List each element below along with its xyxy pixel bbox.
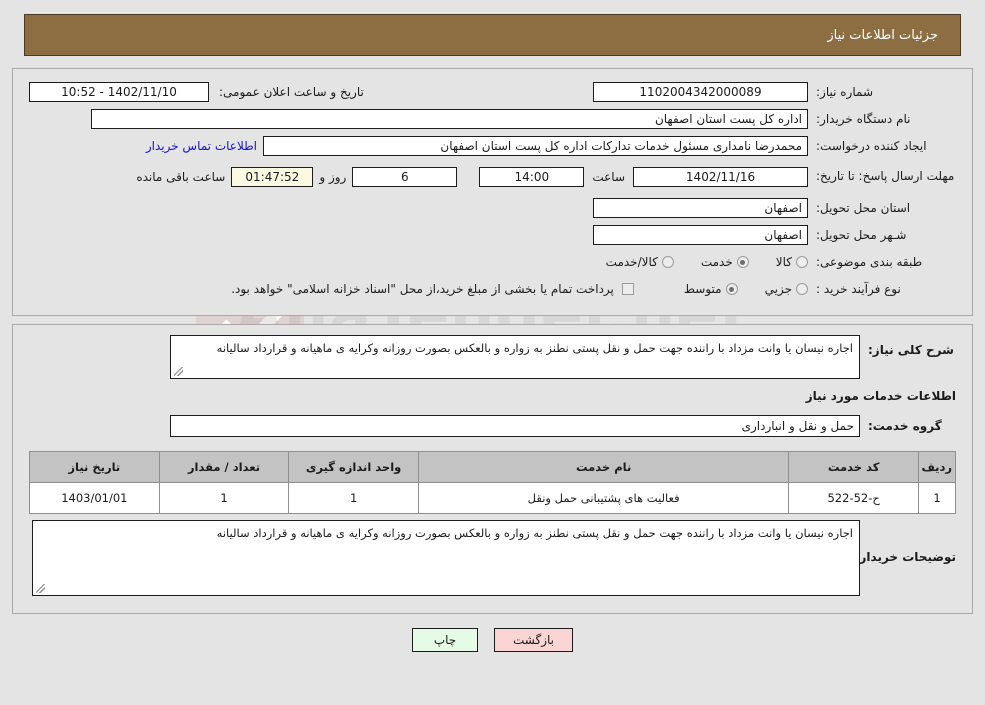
deadline-time-label: ساعت (592, 169, 625, 184)
buyer-org-value[interactable]: اداره کل پست استان اصفهان (91, 109, 808, 129)
city-label: شـهر محل تحویل: (816, 227, 907, 242)
col-quantity: تعداد / مقدار (158, 451, 290, 483)
category-option-goods-label: کالا (775, 255, 792, 269)
description-label: شرح کلی نیاز: (868, 343, 954, 357)
row-category: طبقه بندی موضوعی: کالا خدمت کالا/خدمت (29, 251, 956, 273)
detail-panel: شرح کلی نیاز: اجاره نیسان یا وانت مزداد … (12, 324, 973, 614)
radio-medium-icon[interactable] (725, 283, 738, 295)
process-label: نوع فرآیند خرید : (816, 281, 901, 296)
col-service-name: نام خدمت (417, 451, 790, 483)
category-radio-group: کالا خدمت کالا/خدمت (582, 255, 808, 269)
col-service-code: کد خدمت (788, 451, 919, 483)
row-process: نوع فرآیند خرید : جزیي متوسط پرداخت تمام… (29, 278, 956, 300)
row-description: شرح کلی نیاز: اجاره نیسان یا وانت مزداد … (29, 335, 956, 379)
requester-value[interactable]: محمدرضا نامداری مسئول خدمات تدارکات ادار… (263, 136, 808, 156)
radio-service-icon[interactable] (736, 256, 749, 268)
row-city: شـهر محل تحویل: اصفهان (29, 224, 956, 246)
table-row[interactable]: 1 ح-52-522 فعالیت های پشتیبانی حمل ونقل … (29, 482, 957, 514)
buyer-contact-link[interactable]: اطلاعات تماس خریدار (140, 139, 263, 153)
footer-actions: بازگشت چاپ (0, 628, 985, 652)
cell-service-code: ح-52-522 (788, 482, 919, 514)
service-group-value[interactable]: حمل و نقل و انبارداری (170, 415, 860, 437)
row-service-group: گروه خدمت: حمل و نقل و انبارداری (29, 415, 956, 437)
buyer-notes-textarea[interactable]: اجاره نیسان یا وانت مزداد با راننده جهت … (32, 520, 860, 596)
radio-goods-service-icon[interactable] (661, 256, 674, 268)
row-deadline: مهلت ارسال پاسخ: تا تاریخ: 1402/11/16 سا… (29, 162, 956, 192)
category-option-service[interactable]: خدمت (701, 255, 749, 269)
table-header-row: ردیف کد خدمت نام خدمت واحد اندازه گیری ت… (29, 451, 957, 483)
deadline-date-value[interactable]: 1402/11/16 (633, 167, 808, 187)
category-option-service-label: خدمت (700, 255, 733, 269)
buyer-org-label: نام دستگاه خریدار: (816, 111, 911, 126)
col-unit: واحد اندازه گیری (288, 451, 419, 483)
process-option-medium-label: متوسط (683, 282, 722, 296)
description-textarea[interactable]: اجاره نیسان یا وانت مزداد با راننده جهت … (170, 335, 860, 379)
process-option-minor[interactable]: جزیي (765, 282, 808, 296)
services-table: ردیف کد خدمت نام خدمت واحد اندازه گیری ت… (29, 451, 957, 514)
cell-index: 1 (917, 482, 957, 514)
days-remaining-value: 6 (352, 167, 458, 187)
services-section-heading: اطلاعات خدمات مورد نیاز (805, 389, 956, 403)
category-option-goods-service-label: کالا/خدمت (605, 255, 658, 269)
page-header: جزئیات اطلاعات نیاز (24, 14, 961, 56)
category-label: طبقه بندی موضوعی: (816, 254, 923, 269)
row-buyer-org: نام دستگاه خریدار: اداره کل پست استان اص… (29, 108, 956, 130)
process-option-minor-label: جزیي (764, 282, 792, 296)
row-province: استان محل تحویل: اصفهان (29, 197, 956, 219)
col-need-date: تاریخ نیاز (29, 451, 160, 483)
need-number-value[interactable]: 1102004342000089 (593, 82, 808, 102)
col-index: ردیف (917, 451, 957, 483)
announce-label: تاریخ و ساعت اعلان عمومی: (219, 84, 364, 99)
radio-goods-icon[interactable] (796, 256, 808, 268)
page-root: جزئیات اطلاعات نیاز شماره نیاز: 11020043… (0, 14, 985, 652)
process-radio-group: جزیي متوسط (660, 282, 808, 296)
city-value[interactable]: اصفهان (593, 225, 808, 245)
cell-service-name: فعالیت های پشتیبانی حمل ونقل (417, 482, 790, 514)
countdown-suffix-label: ساعت باقی مانده (136, 169, 226, 184)
summary-panel: شماره نیاز: 1102004342000089 تاریخ و ساع… (12, 68, 973, 316)
cell-need-date: 1403/01/01 (29, 482, 160, 514)
need-number-label: شماره نیاز: (816, 84, 873, 99)
cell-quantity: 1 (158, 482, 290, 514)
page-title: جزئیات اطلاعات نیاز (827, 27, 938, 43)
deadline-time-value[interactable]: 14:00 (479, 167, 585, 187)
treasury-bond-checkbox[interactable] (621, 283, 634, 295)
back-button[interactable]: بازگشت (494, 628, 573, 652)
row-requester: ایجاد کننده درخواست: محمدرضا نامداری مسئ… (29, 135, 956, 157)
buyer-notes-label: توضیحات خریدار: (854, 550, 956, 564)
category-option-goods-service[interactable]: کالا/خدمت (606, 255, 674, 269)
radio-minor-icon[interactable] (796, 283, 808, 295)
requester-label: ایجاد کننده درخواست: (816, 138, 927, 153)
process-option-medium[interactable]: متوسط (684, 282, 738, 296)
deadline-label: مهلت ارسال پاسخ: تا تاریخ: (816, 169, 955, 184)
days-remaining-label: روز و (319, 169, 347, 184)
category-option-goods[interactable]: کالا (776, 255, 808, 269)
announce-value[interactable]: 1402/11/10 - 10:52 (29, 82, 209, 102)
countdown-timer: 01:47:52 (231, 167, 314, 187)
print-button[interactable]: چاپ (412, 628, 478, 652)
row-buyer-notes: توضیحات خریدار: اجاره نیسان یا وانت مزدا… (29, 520, 956, 596)
service-group-label: گروه خدمت: (868, 418, 942, 433)
row-need-number: شماره نیاز: 1102004342000089 تاریخ و ساع… (29, 81, 956, 103)
province-label: استان محل تحویل: (816, 200, 911, 215)
province-value[interactable]: اصفهان (593, 198, 808, 218)
treasury-bond-note: پرداخت تمام یا بخشی از مبلغ خرید،از محل … (231, 282, 614, 296)
cell-unit: 1 (288, 482, 419, 514)
